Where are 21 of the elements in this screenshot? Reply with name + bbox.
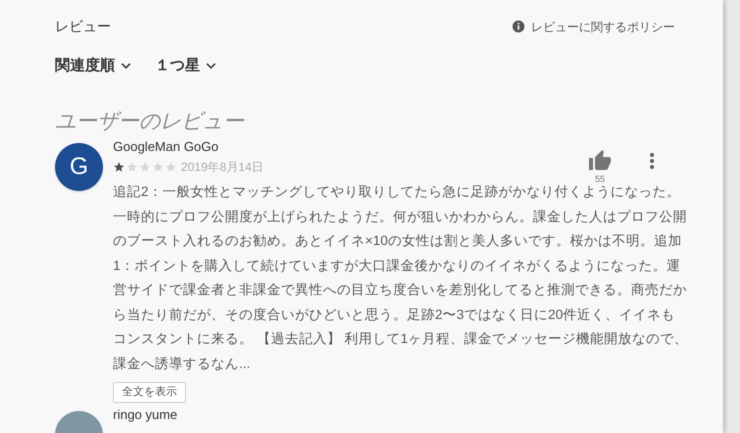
user-avatar: G xyxy=(55,143,103,191)
section-heading: レビュー xyxy=(55,17,111,36)
like-button[interactable] xyxy=(588,149,612,173)
show-full-text-button[interactable]: 全文を表示 xyxy=(113,382,186,402)
star-icon xyxy=(126,161,138,173)
policy-link[interactable]: レビューに関するポリシー xyxy=(512,18,675,36)
like-count: 55 xyxy=(594,173,605,186)
review-text: 追記2：一般女性とマッチングしてやり取りしてたら急に足跡がかなり付くようになった。一時的にプロフ公開度が上げられたようだ。何が狙いかわからん。課金した人はプロフ公開のブースト入れるのお勧め。あとイイネ×10の女性は割と美人多いです。桜かは不明。追加1：ポイントを購入して続けていますが大口課金後かなりのイイネがくるようになった。運営サイドで課金者と非課金で異性への目立ち度合いを差別化してると推測できる。商売だから当たり前だが、その度合いがひどいと思う。足跡2〜3ではなく日に20件近く、イイネもコンスタントに来る。 【過去記入】 利用して1ヶ月程、課金でメッセージ機能開放なので、課金へ誘導するなん... xyxy=(113,183,688,372)
info-icon xyxy=(512,20,525,33)
star-icon xyxy=(152,161,164,173)
star-icon xyxy=(165,161,177,173)
star-icon xyxy=(113,161,125,173)
filter-dropdown[interactable]: １つ星 xyxy=(155,55,218,78)
more-vertical-icon xyxy=(650,153,654,169)
thumbs-up-icon xyxy=(588,149,612,173)
reviewer-name: GoogleMan GoGo xyxy=(113,139,219,155)
review-date: 2019年8月14日 xyxy=(181,159,264,176)
reviews-heading: ユーザーのレビュー xyxy=(55,108,246,134)
filter-dropdown[interactable]: 関連度順 xyxy=(55,55,133,78)
star-icon xyxy=(139,161,151,173)
reviewer-name: ringo yume xyxy=(113,406,178,422)
